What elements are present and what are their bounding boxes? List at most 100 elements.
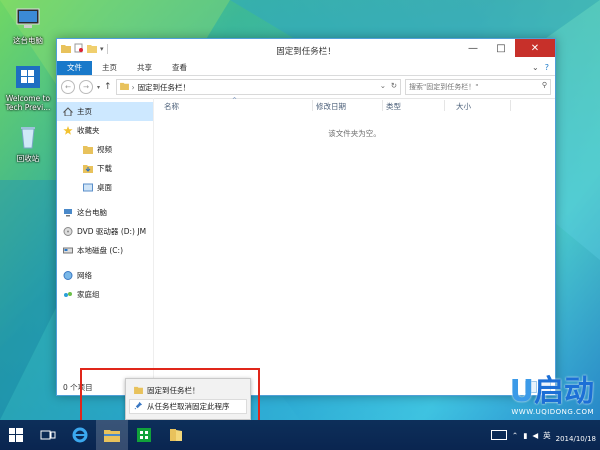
watermark-url: WWW.UQIDONG.COM <box>511 408 594 416</box>
title-bar[interactable]: ▾ 固定到任务栏！ — □ ✕ <box>57 39 555 61</box>
nav-favorites[interactable]: 收藏夹 <box>57 121 153 140</box>
taskbar-pinned-folder[interactable] <box>160 420 192 450</box>
nav-downloads[interactable]: 下载 <box>57 159 153 178</box>
help-icon[interactable]: ? <box>545 63 549 72</box>
nav-item-label: 本地磁盘 (C:) <box>77 246 123 255</box>
up-button[interactable]: ↑ <box>104 82 112 92</box>
nav-item-label: 视频 <box>97 145 112 154</box>
tab-view[interactable]: 查看 <box>162 61 197 75</box>
nav-item-label: 网络 <box>77 271 92 280</box>
clock[interactable]: 2014/10/18 <box>556 426 596 444</box>
search-input[interactable] <box>409 83 529 91</box>
jump-list-label: 固定到任务栏！ <box>147 386 200 395</box>
column-header-name[interactable]: 名称 <box>164 101 179 112</box>
column-header-size[interactable]: 大小 <box>456 101 471 112</box>
search-icon: ⚲ <box>541 81 547 89</box>
chevron-up-icon[interactable]: ⌃ <box>512 431 518 440</box>
home-icon <box>63 107 73 116</box>
nav-item-label: 下载 <box>97 164 112 173</box>
window-controls: — □ ✕ <box>459 39 555 57</box>
nav-item-label: 这台电脑 <box>77 208 107 217</box>
chevron-down-icon[interactable]: ⌄ <box>380 81 386 90</box>
recycle-bin-icon <box>21 127 35 149</box>
jump-list-label: 从任务栏取消固定此程序 <box>147 402 230 411</box>
nav-this-pc[interactable]: 这台电脑 <box>57 203 153 222</box>
nav-network[interactable]: 网络 <box>57 266 153 285</box>
desktop-icon-welcome[interactable]: Welcome to Tech Previ... <box>0 64 56 112</box>
back-button[interactable]: ← <box>61 80 75 94</box>
internet-explorer-icon <box>72 427 88 443</box>
computer-icon <box>16 8 40 28</box>
nav-dvd-drive[interactable]: DVD 驱动器 (D:) JM <box>57 222 153 241</box>
desktop-icon-this-pc[interactable]: 这台电脑 <box>0 6 56 45</box>
desktop-icon <box>83 183 93 192</box>
empty-folder-message: 该文件夹为空。 <box>328 129 381 138</box>
start-button[interactable] <box>0 420 32 450</box>
taskbar-store[interactable] <box>128 420 160 450</box>
chevron-down-icon[interactable]: ⌄ <box>532 63 539 72</box>
column-divider[interactable] <box>382 100 383 111</box>
clock-date: 2014/10/18 <box>555 435 596 443</box>
column-divider[interactable] <box>444 100 445 111</box>
navigation-bar: ← → ▾ ↑ › 固定到任务栏！ ⌄ ↻ ⚲ <box>57 76 555 99</box>
search-box[interactable]: ⚲ <box>405 79 551 95</box>
forward-button[interactable]: → <box>79 80 93 94</box>
nav-item-label: 收藏夹 <box>77 126 100 135</box>
folder-icon <box>119 82 129 92</box>
file-explorer-icon <box>104 430 120 442</box>
videos-icon <box>83 145 93 154</box>
explorer-window[interactable]: ▾ 固定到任务栏！ — □ ✕ 文件 主页 共享 查看 ⌄ ? ← → ▾ ↑ … <box>56 38 556 396</box>
maximize-button[interactable]: □ <box>487 39 515 57</box>
address-bar[interactable]: › 固定到任务栏！ ⌄ ↻ <box>115 79 401 95</box>
nav-home[interactable]: 主页 <box>57 102 153 121</box>
this-pc-icon <box>63 208 73 217</box>
desktop-icon-label: 这台电脑 <box>13 36 43 45</box>
input-method-indicator[interactable]: 英 <box>543 430 551 441</box>
close-button[interactable]: ✕ <box>515 39 555 57</box>
windows-logo-icon <box>9 428 23 442</box>
downloads-icon <box>83 164 93 173</box>
column-header-type[interactable]: 类型 <box>386 101 401 112</box>
ribbon-tabs: 文件 主页 共享 查看 ⌄ ? <box>57 61 555 76</box>
nav-homegroup[interactable]: 家庭组 <box>57 285 153 304</box>
tab-file[interactable]: 文件 <box>57 61 92 75</box>
store-icon <box>137 428 151 442</box>
nav-local-disk[interactable]: 本地磁盘 (C:) <box>57 241 153 260</box>
nav-videos[interactable]: 视频 <box>57 140 153 159</box>
network-icon <box>63 271 73 280</box>
minimize-button[interactable]: — <box>459 39 487 57</box>
windows-logo-icon <box>16 66 40 88</box>
nav-item-label: DVD 驱动器 (D:) JM <box>77 227 147 236</box>
network-icon[interactable]: ▮ <box>523 431 527 440</box>
favorites-icon <box>63 126 73 135</box>
nav-desktop[interactable]: 桌面 <box>57 178 153 197</box>
desktop-icon-recycle-bin[interactable]: 回收站 <box>0 124 56 163</box>
taskbar-internet-explorer[interactable] <box>64 420 96 450</box>
column-divider[interactable] <box>312 100 313 111</box>
column-header-date[interactable]: 修改日期 <box>316 101 346 112</box>
sort-ascending-icon: ^ <box>232 97 238 104</box>
breadcrumb[interactable]: 固定到任务栏！ <box>138 82 191 93</box>
file-list[interactable]: 名称 ^ 修改日期 类型 大小 该文件夹为空。 <box>154 97 555 379</box>
taskbar-file-explorer[interactable] <box>96 420 128 450</box>
pin-icon <box>134 401 143 412</box>
folder-icon <box>170 429 182 441</box>
tab-home[interactable]: 主页 <box>92 61 127 75</box>
jump-list-item-folder[interactable]: 固定到任务栏！ <box>126 384 250 397</box>
volume-icon[interactable]: ◀ <box>532 431 538 440</box>
recent-locations-icon[interactable]: ▾ <box>97 84 100 91</box>
system-tray: ⌃ ▮ ◀ 英 2014/10/18 <box>490 420 596 450</box>
arrow-left-icon: ← <box>65 83 71 91</box>
item-count: 0 个项目 <box>63 382 93 392</box>
keyboard-icon[interactable] <box>490 430 507 440</box>
refresh-icon[interactable]: ↻ <box>391 81 397 90</box>
unpin-from-taskbar-item[interactable]: 从任务栏取消固定此程序 <box>129 399 247 414</box>
navigation-pane[interactable]: 主页收藏夹视频下载桌面这台电脑 DVD 驱动器 (D:) JM 本地磁盘 (C:) 网… <box>57 98 154 379</box>
watermark-brand: U启动 <box>509 374 594 409</box>
task-view-button[interactable] <box>32 420 64 450</box>
tab-share[interactable]: 共享 <box>127 61 162 75</box>
column-divider[interactable] <box>510 100 511 111</box>
dvd-drive-icon <box>63 227 73 236</box>
nav-item-label: 主页 <box>77 107 92 116</box>
arrow-right-icon: → <box>83 83 89 91</box>
